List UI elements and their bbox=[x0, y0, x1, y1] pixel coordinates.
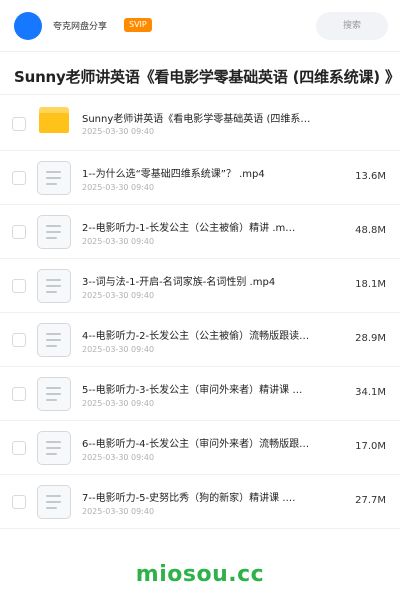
file-list: Sunny老师讲英语《看电影学零基础英语 (四维系… 2025-03-30 09:… bbox=[0, 97, 400, 529]
file-name: 4--电影听力-2-长发公主（公主被偷）流畅版跟读… bbox=[82, 331, 310, 342]
file-name: 7--电影听力-5-史努比秀（狗的新家）精讲课 .… bbox=[82, 493, 296, 504]
file-date: 2025-03-30 09:40 bbox=[82, 507, 155, 516]
file-row[interactable]: 4--电影听力-2-长发公主（公主被偷）流畅版跟读… 2025-03-30 09:… bbox=[0, 313, 400, 367]
file-size: 48.8M bbox=[355, 225, 386, 236]
app-name: 夸克网盘分享 bbox=[53, 22, 108, 32]
select-checkbox[interactable] bbox=[12, 279, 26, 293]
page-title: Sunny老师讲英语《看电影学零基础英语 (四维系统课) 》 bbox=[14, 68, 394, 86]
header: 夸克网盘分享 SVIP bbox=[0, 0, 400, 52]
document-icon bbox=[37, 161, 71, 195]
search-input[interactable] bbox=[316, 12, 388, 40]
document-icon bbox=[37, 377, 71, 411]
file-name: 5--电影听力-3-长发公主（审问外来者）精讲课 … bbox=[82, 385, 303, 396]
file-size: 34.1M bbox=[355, 387, 386, 398]
select-checkbox[interactable] bbox=[12, 495, 26, 509]
divider bbox=[0, 94, 400, 95]
select-checkbox[interactable] bbox=[12, 387, 26, 401]
document-icon bbox=[37, 269, 71, 303]
file-size: 13.6M bbox=[355, 171, 386, 182]
document-icon bbox=[37, 215, 71, 249]
file-size: 17.0M bbox=[355, 441, 386, 452]
file-name: 6--电影听力-4-长发公主（审问外来者）流畅版跟… bbox=[82, 439, 310, 450]
file-size: 27.7M bbox=[355, 495, 386, 506]
document-icon bbox=[37, 323, 71, 357]
file-name: 3--词与法-1-开启-名词家族-名词性别 .mp4 bbox=[82, 277, 276, 288]
file-row[interactable]: 5--电影听力-3-长发公主（审问外来者）精讲课 … 2025-03-30 09:… bbox=[0, 367, 400, 421]
file-row[interactable]: 1--为什么选“零基础四维系统课”？ .mp4 2025-03-30 09:40 1… bbox=[0, 151, 400, 205]
select-checkbox[interactable] bbox=[12, 333, 26, 347]
file-date: 2025-03-30 09:40 bbox=[82, 291, 155, 300]
avatar[interactable] bbox=[14, 12, 42, 40]
watermark: miosou.cc bbox=[135, 562, 265, 587]
file-row[interactable]: 3--词与法-1-开启-名词家族-名词性别 .mp4 2025-03-30 09:… bbox=[0, 259, 400, 313]
select-checkbox[interactable] bbox=[12, 225, 26, 239]
select-checkbox[interactable] bbox=[12, 117, 26, 131]
file-row[interactable]: 6--电影听力-4-长发公主（审问外来者）流畅版跟… 2025-03-30 09:… bbox=[0, 421, 400, 475]
file-date: 2025-03-30 09:40 bbox=[82, 399, 155, 408]
file-date: 2025-03-30 09:40 bbox=[82, 183, 155, 192]
file-row[interactable]: 2--电影听力-1-长发公主（公主被偷）精讲 .m… 2025-03-30 09:… bbox=[0, 205, 400, 259]
folder-row[interactable]: Sunny老师讲英语《看电影学零基础英语 (四维系… 2025-03-30 09:… bbox=[0, 97, 400, 151]
file-size: 18.1M bbox=[355, 279, 386, 290]
file-name: 2--电影听力-1-长发公主（公主被偷）精讲 .m… bbox=[82, 223, 296, 234]
file-row[interactable]: 7--电影听力-5-史努比秀（狗的新家）精讲课 .… 2025-03-30 09:… bbox=[0, 475, 400, 529]
svip-badge: SVIP bbox=[124, 18, 152, 32]
select-checkbox[interactable] bbox=[12, 441, 26, 455]
file-date: 2025-03-30 09:40 bbox=[82, 237, 155, 246]
folder-icon bbox=[39, 107, 69, 133]
file-date: 2025-03-30 09:40 bbox=[82, 127, 155, 136]
select-checkbox[interactable] bbox=[12, 171, 26, 185]
file-date: 2025-03-30 09:40 bbox=[82, 453, 155, 462]
document-icon bbox=[37, 485, 71, 519]
file-date: 2025-03-30 09:40 bbox=[82, 345, 155, 354]
file-name: 1--为什么选“零基础四维系统课”？ .mp4 bbox=[82, 169, 265, 180]
document-icon bbox=[37, 431, 71, 465]
file-size: 28.9M bbox=[355, 333, 386, 344]
